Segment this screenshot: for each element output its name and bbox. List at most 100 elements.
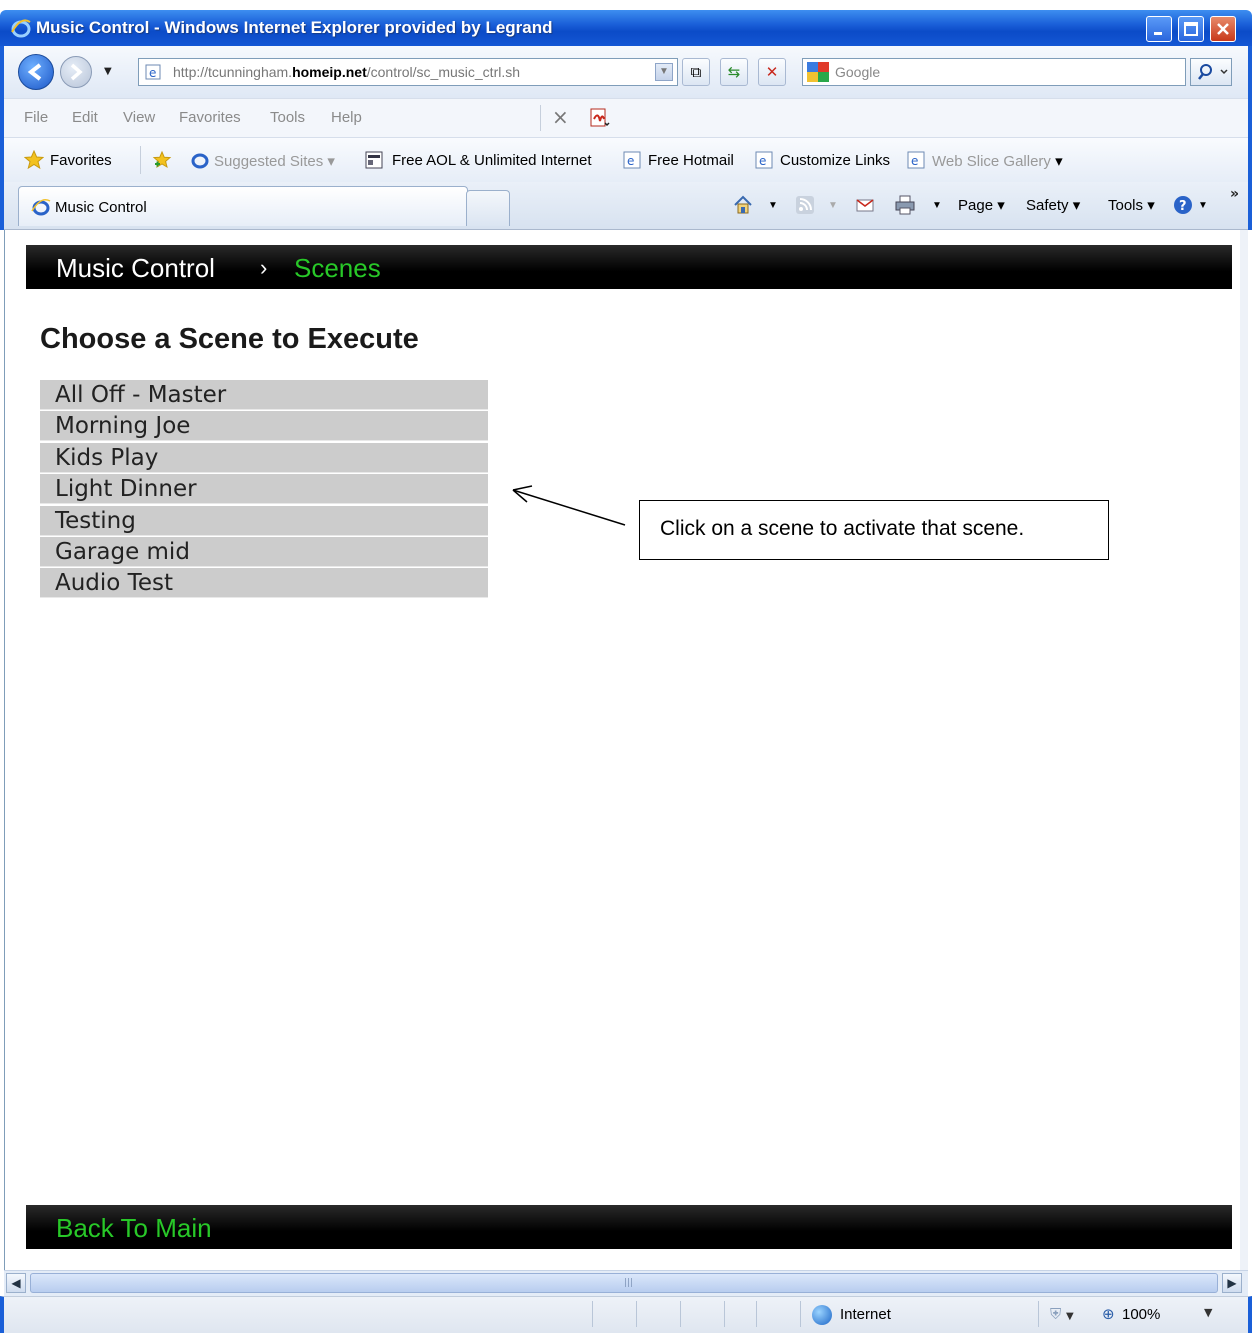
scene-list: All Off - Master Morning Joe Kids Play L… [40,380,488,600]
web-page-icon [365,151,383,169]
compatibility-view-icon[interactable]: ⧉ [682,58,710,86]
feeds-icon[interactable] [794,194,816,216]
maximize-icon [1184,22,1198,36]
close-toolbar-icon[interactable]: × [552,105,569,129]
scroll-right-icon[interactable]: ▶ [1222,1273,1242,1293]
minimize-button[interactable] [1146,16,1172,42]
scene-item-testing[interactable]: Testing [40,505,488,536]
print-dropdown-icon[interactable]: ▼ [932,200,942,211]
protected-mode-icon[interactable]: ⛨ ▼ [1050,1305,1074,1323]
scene-item-garage-mid[interactable]: Garage mid [40,536,488,567]
tools-menu[interactable]: Tools ▾ [1108,196,1155,214]
menu-view[interactable]: View [123,109,155,126]
suggested-sites-link[interactable]: Suggested Sites ▾ [214,152,335,170]
menu-tools[interactable]: Tools [270,109,305,126]
fav-link-hotmail[interactable]: Free Hotmail [648,152,734,169]
refresh-icon[interactable]: ⇆ [720,58,748,86]
back-arrow-icon [27,63,42,81]
google-logo-icon [807,62,829,82]
internet-globe-icon [812,1305,832,1325]
search-button[interactable] [1190,58,1232,86]
svg-text:e: e [911,154,918,168]
ie-logo-icon [11,19,31,38]
help-icon[interactable]: ? [1172,194,1194,216]
pdf-icon[interactable] [588,107,610,129]
page-footer-bar: Back To Main [26,1205,1232,1249]
tab-label: Music Control [55,199,147,216]
url-text: http://tcunningham.homeip.net/control/sc… [173,64,520,80]
url-domain: homeip.net [292,64,367,80]
favorites-bar: Favorites Suggested Sites ▾ Free AOL & U… [4,138,1248,182]
url-path: /control/sc_music_ctrl.sh [366,64,521,80]
web-slice-gallery-link[interactable]: Web Slice Gallery ▾ [932,152,1063,170]
menu-help[interactable]: Help [331,109,362,126]
home-dropdown-icon[interactable]: ▼ [768,200,778,211]
address-bar[interactable]: e http://tcunningham.homeip.net/control/… [138,58,678,86]
scene-item-light-dinner[interactable]: Light Dinner [40,474,488,505]
zoom-dropdown-icon[interactable]: ▼ [1204,1306,1212,1319]
menu-separator [540,105,541,131]
help-dropdown-icon[interactable]: ▼ [1198,200,1208,211]
toolbar-overflow-icon[interactable]: » [1230,186,1239,202]
back-button[interactable] [18,54,54,90]
forward-button[interactable] [60,56,92,88]
breadcrumb-scenes: Scenes [294,253,381,283]
safety-menu[interactable]: Safety ▾ [1026,196,1080,214]
mail-icon[interactable] [854,194,876,216]
safety-menu-label: Safety [1026,197,1069,214]
security-zone[interactable]: Internet [840,1306,891,1323]
favorites-button[interactable]: Favorites [50,152,112,169]
zoom-level[interactable]: 100% [1122,1306,1160,1323]
maximize-button[interactable] [1178,16,1204,42]
favorites-separator [140,146,141,174]
cropped-top-strip [0,0,1252,10]
fav-link-customize[interactable]: Customize Links [780,152,890,169]
status-divider [800,1301,801,1327]
horizontal-scrollbar[interactable]: ◀ ||| ▶ [4,1270,1248,1296]
status-bar: Internet ⛨ ▼ ⊕ 100% ▼ [0,1296,1252,1333]
address-row: ▼ e http://tcunningham.homeip.net/contro… [4,46,1248,98]
vertical-scrollbar[interactable] [1240,230,1248,1270]
tab-music-control[interactable]: Music Control [18,186,468,226]
tools-menu-label: Tools [1108,197,1144,214]
back-to-main-link[interactable]: Back To Main [56,1213,212,1244]
page-menu[interactable]: Page ▾ [958,196,1005,214]
close-button[interactable] [1210,16,1236,42]
star-icon [24,150,44,170]
menu-edit[interactable]: Edit [72,109,98,126]
minimize-icon [1154,32,1162,35]
menu-favorites[interactable]: Favorites [179,109,241,126]
add-favorite-icon[interactable] [152,150,172,170]
ie-tab-icon [31,199,51,216]
print-icon[interactable] [894,194,916,216]
menu-file[interactable]: File [24,109,48,126]
new-tab-button[interactable] [466,190,510,226]
scene-item-audio-test[interactable]: Audio Test [40,568,488,599]
fav-link-aol[interactable]: Free AOL & Unlimited Internet [392,152,592,169]
suggested-sites-label: Suggested Sites [214,153,324,170]
address-dropdown-icon[interactable]: ▼ [655,63,673,81]
status-divider [724,1301,725,1327]
status-divider [680,1301,681,1327]
scroll-left-icon[interactable]: ◀ [6,1273,26,1293]
page-title: Choose a Scene to Execute [40,323,419,355]
breadcrumb-music-control[interactable]: Music Control [56,253,215,284]
stop-icon[interactable]: ✕ [758,58,786,86]
ie-page-icon: e [623,151,641,169]
ie-page-icon: e [907,151,925,169]
menu-bar: File Edit View Favorites Tools Help × [4,98,1248,138]
forward-arrow-icon [70,63,83,81]
status-divider [1038,1301,1039,1327]
recent-pages-dropdown-icon[interactable]: ▼ [104,66,112,77]
home-icon[interactable] [732,194,754,216]
search-box[interactable]: Google [802,58,1186,86]
annotation-callout: Click on a scene to activate that scene. [639,500,1109,560]
scene-item-morning-joe[interactable]: Morning Joe [40,411,488,442]
svg-text:e: e [759,154,766,168]
breadcrumb-separator: › [260,255,268,280]
callout-text: Click on a scene to activate that scene. [660,517,1025,540]
feeds-dropdown-icon[interactable]: ▼ [828,200,838,211]
scene-item-kids-play[interactable]: Kids Play [40,442,488,473]
page-header-bar: Music Control › Scenes [26,245,1232,289]
scene-item-all-off-master[interactable]: All Off - Master [40,380,488,410]
